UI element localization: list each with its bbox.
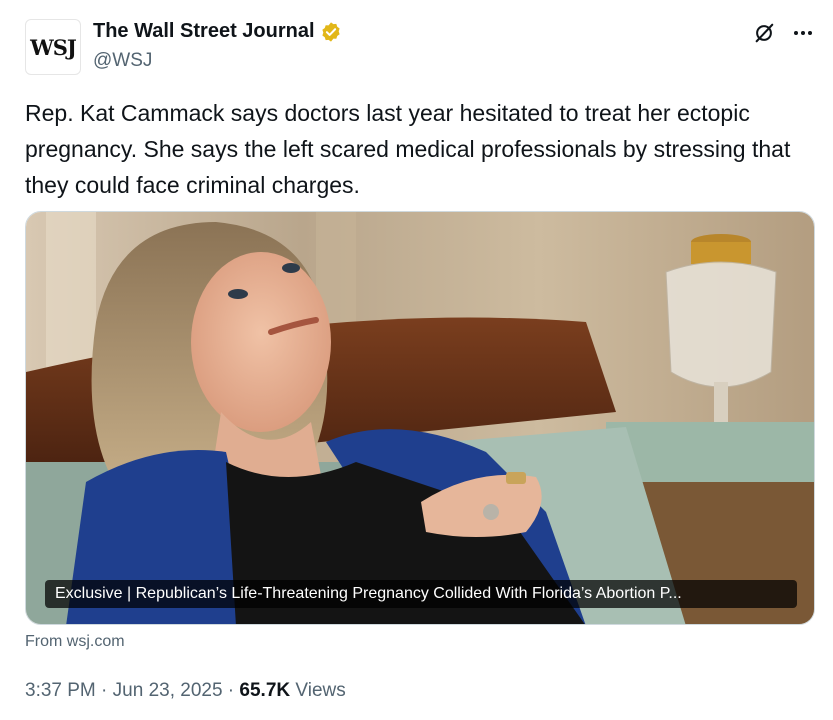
author-name-row: The Wall Street Journal xyxy=(93,20,342,43)
verified-badge-icon xyxy=(321,21,340,42)
avatar[interactable]: WSJ xyxy=(25,19,81,75)
photo-illustration xyxy=(26,212,814,624)
link-card-headline[interactable]: Exclusive | Republican’s Life-Threatenin… xyxy=(45,580,797,608)
link-card-image[interactable] xyxy=(25,211,815,625)
more-options-icon[interactable] xyxy=(791,21,815,45)
tweet-metadata: 3:37 PM · Jun 23, 2025 · 65.7K Views xyxy=(25,680,346,702)
author-handle[interactable]: @WSJ xyxy=(93,50,152,72)
tweet-text: Rep. Kat Cammack says doctors last year … xyxy=(25,100,791,198)
tweet-date[interactable]: Jun 23, 2025 xyxy=(113,680,223,701)
tweet-card: WSJ The Wall Street Journal @WSJ Rep. Ka… xyxy=(0,0,833,720)
grok-icon[interactable] xyxy=(753,22,775,44)
link-source[interactable]: From wsj.com xyxy=(25,633,125,651)
meta-separator: · xyxy=(222,680,240,701)
views-label: Views xyxy=(290,680,346,701)
meta-separator: · xyxy=(95,680,113,701)
avatar-logo-text: WSJ xyxy=(30,34,77,60)
author-display-name[interactable]: The Wall Street Journal xyxy=(93,20,315,43)
tweet-time[interactable]: 3:37 PM xyxy=(25,680,96,701)
views-count[interactable]: 65.7K xyxy=(239,680,290,701)
